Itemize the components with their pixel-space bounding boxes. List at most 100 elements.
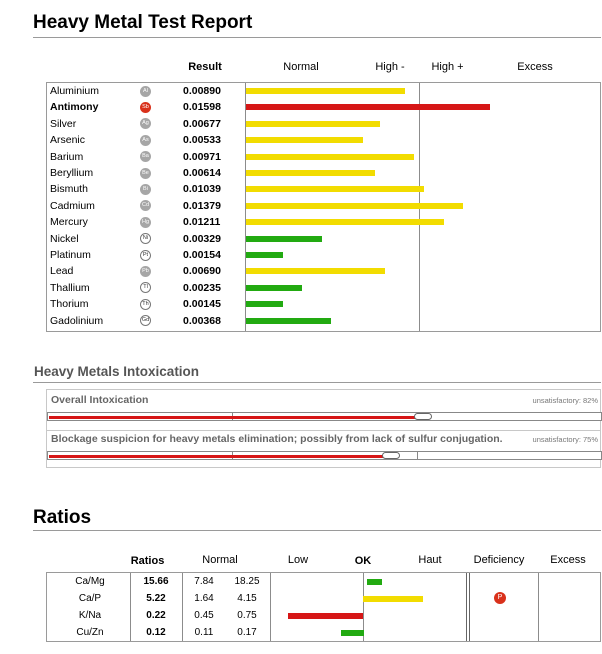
intoxication-divider	[33, 382, 601, 383]
ratios-title: Ratios	[33, 507, 92, 528]
ratios-normal-header: Normal	[202, 554, 238, 566]
metal-result: 0.00533	[183, 134, 221, 147]
blockage-suspicion-status: unsatisfactory: 75%	[532, 435, 598, 444]
ratios-excess-header: Excess	[550, 554, 586, 566]
metal-level-bar	[246, 202, 463, 209]
metal-name: Cadmium	[50, 199, 95, 212]
ratio-value: 0.22	[146, 610, 166, 621]
intoxication-title: Heavy Metals Intoxication	[34, 364, 200, 379]
element-symbol-icon: Al	[140, 85, 151, 97]
element-symbol-icon: Cd	[140, 200, 151, 212]
metal-result: 0.01379	[183, 199, 221, 212]
ratios-col-line	[130, 573, 131, 641]
metal-row: Lead Pb 0.00690	[47, 263, 600, 279]
ratio-value: 0.12	[146, 627, 166, 638]
metal-name: Thallium	[50, 281, 90, 294]
metal-level-bar	[246, 235, 322, 242]
overall-intoxication-fill	[49, 416, 423, 419]
metal-result: 0.00890	[183, 85, 221, 97]
heavy-metal-table: Aluminium Al 0.00890 Antimony Sb 0.01598 Silve…	[46, 82, 601, 332]
ratio-name: Cu/Zn	[76, 627, 104, 638]
title-divider	[33, 37, 601, 38]
metal-row: Thorium Th 0.00145	[47, 296, 600, 312]
metal-row: Silver Ag 0.00677	[47, 116, 600, 132]
metal-name: Silver	[50, 117, 77, 130]
metal-name: Beryllium	[50, 167, 94, 179]
metal-level-bar	[246, 317, 331, 324]
ratio-level-bar	[341, 630, 364, 636]
metal-result: 0.01211	[183, 216, 221, 229]
metal-row: Gadolinium Gd 0.00368	[47, 313, 600, 329]
metal-level-bar	[246, 170, 375, 176]
ratio-normal-min: 1.64	[194, 593, 214, 604]
metal-level-bar	[246, 301, 283, 308]
element-symbol-icon: Pt	[140, 249, 151, 261]
overall-intoxication-panel: Overall Intoxication unsatisfactory: 82%	[46, 389, 602, 431]
ratio-name: Ca/P	[78, 593, 102, 604]
ratio-normal-min: 0.45	[194, 610, 214, 621]
element-symbol-icon: Ni	[140, 233, 151, 245]
element-symbol-icon: As	[140, 134, 151, 146]
metal-result: 0.00368	[183, 314, 221, 327]
metal-row: Thallium Tl 0.00235	[47, 280, 600, 296]
ratios-col-line	[270, 573, 271, 641]
metal-result: 0.00677	[183, 117, 221, 130]
normal-header: Normal	[283, 61, 319, 73]
metal-row: Arsenic As 0.00533	[47, 132, 600, 148]
ratio-normal-min: 0.11	[194, 627, 214, 638]
metal-result: 0.00329	[183, 232, 221, 245]
metal-name: Arsenic	[50, 134, 86, 147]
metal-level-bar	[246, 284, 302, 291]
metal-name: Nickel	[50, 232, 79, 245]
blockage-suspicion-gauge	[47, 451, 602, 460]
element-symbol-icon: Sb	[140, 102, 151, 114]
metal-name: Antimony	[50, 101, 99, 114]
element-symbol-icon: Hg	[140, 216, 151, 228]
ratio-value: 15.66	[143, 576, 169, 587]
ok-header: OK	[354, 555, 372, 567]
deficiency-header: Deficiency	[473, 554, 525, 566]
ratio-level-bar	[367, 579, 382, 585]
metal-result: 0.00690	[183, 265, 221, 278]
result-header: Result	[188, 61, 222, 73]
overall-intoxication-gauge	[47, 412, 602, 421]
blockage-suspicion-label: Blockage suspicion for heavy metals elim…	[51, 433, 503, 445]
overall-intoxication-label: Overall Intoxication	[51, 394, 149, 406]
element-symbol-icon: Ba	[140, 151, 151, 163]
overall-intoxication-knob	[414, 413, 432, 420]
high-plus-header: High +	[431, 61, 464, 73]
high-minus-header: High -	[375, 61, 405, 73]
metal-row: Bismuth Bi 0.01039	[47, 181, 600, 197]
metal-name: Bismuth	[50, 183, 88, 196]
metal-name: Platinum	[50, 249, 91, 261]
ratios-divider	[33, 530, 601, 531]
metal-result: 0.01598	[183, 101, 221, 114]
metal-name: Lead	[50, 265, 74, 278]
ratios-divider-line	[466, 573, 467, 641]
metal-name: Thorium	[50, 298, 89, 311]
metal-result: 0.00614	[183, 167, 221, 179]
deficiency-flag-icon: P	[494, 592, 506, 604]
metal-row: Platinum Pt 0.00154	[47, 247, 600, 263]
metal-row: Antimony Sb 0.01598	[47, 99, 600, 115]
blockage-suspicion-fill	[49, 455, 391, 458]
metal-row: Nickel Ni 0.00329	[47, 231, 600, 247]
excess-header: Excess	[517, 61, 553, 73]
metal-level-bar	[246, 104, 490, 111]
element-symbol-icon: Th	[140, 298, 151, 310]
ratio-level-bar	[288, 613, 363, 619]
ratio-normal-max: 4.15	[237, 593, 257, 604]
metal-level-bar	[246, 186, 424, 193]
metal-level-bar	[246, 219, 444, 226]
metal-row: Beryllium Be 0.00614	[47, 165, 600, 181]
element-symbol-icon: Pb	[140, 266, 151, 278]
metal-row: Barium Ba 0.00971	[47, 149, 600, 165]
ratios-col-line	[538, 573, 539, 641]
report-title: Heavy Metal Test Report	[33, 12, 253, 33]
metal-name: Barium	[50, 150, 84, 163]
metal-level-bar	[246, 88, 405, 94]
ratios-divider-line	[469, 573, 470, 641]
ratio-normal-max: 0.75	[237, 610, 257, 621]
metal-result: 0.00235	[183, 281, 221, 294]
element-symbol-icon: Ag	[140, 118, 151, 130]
